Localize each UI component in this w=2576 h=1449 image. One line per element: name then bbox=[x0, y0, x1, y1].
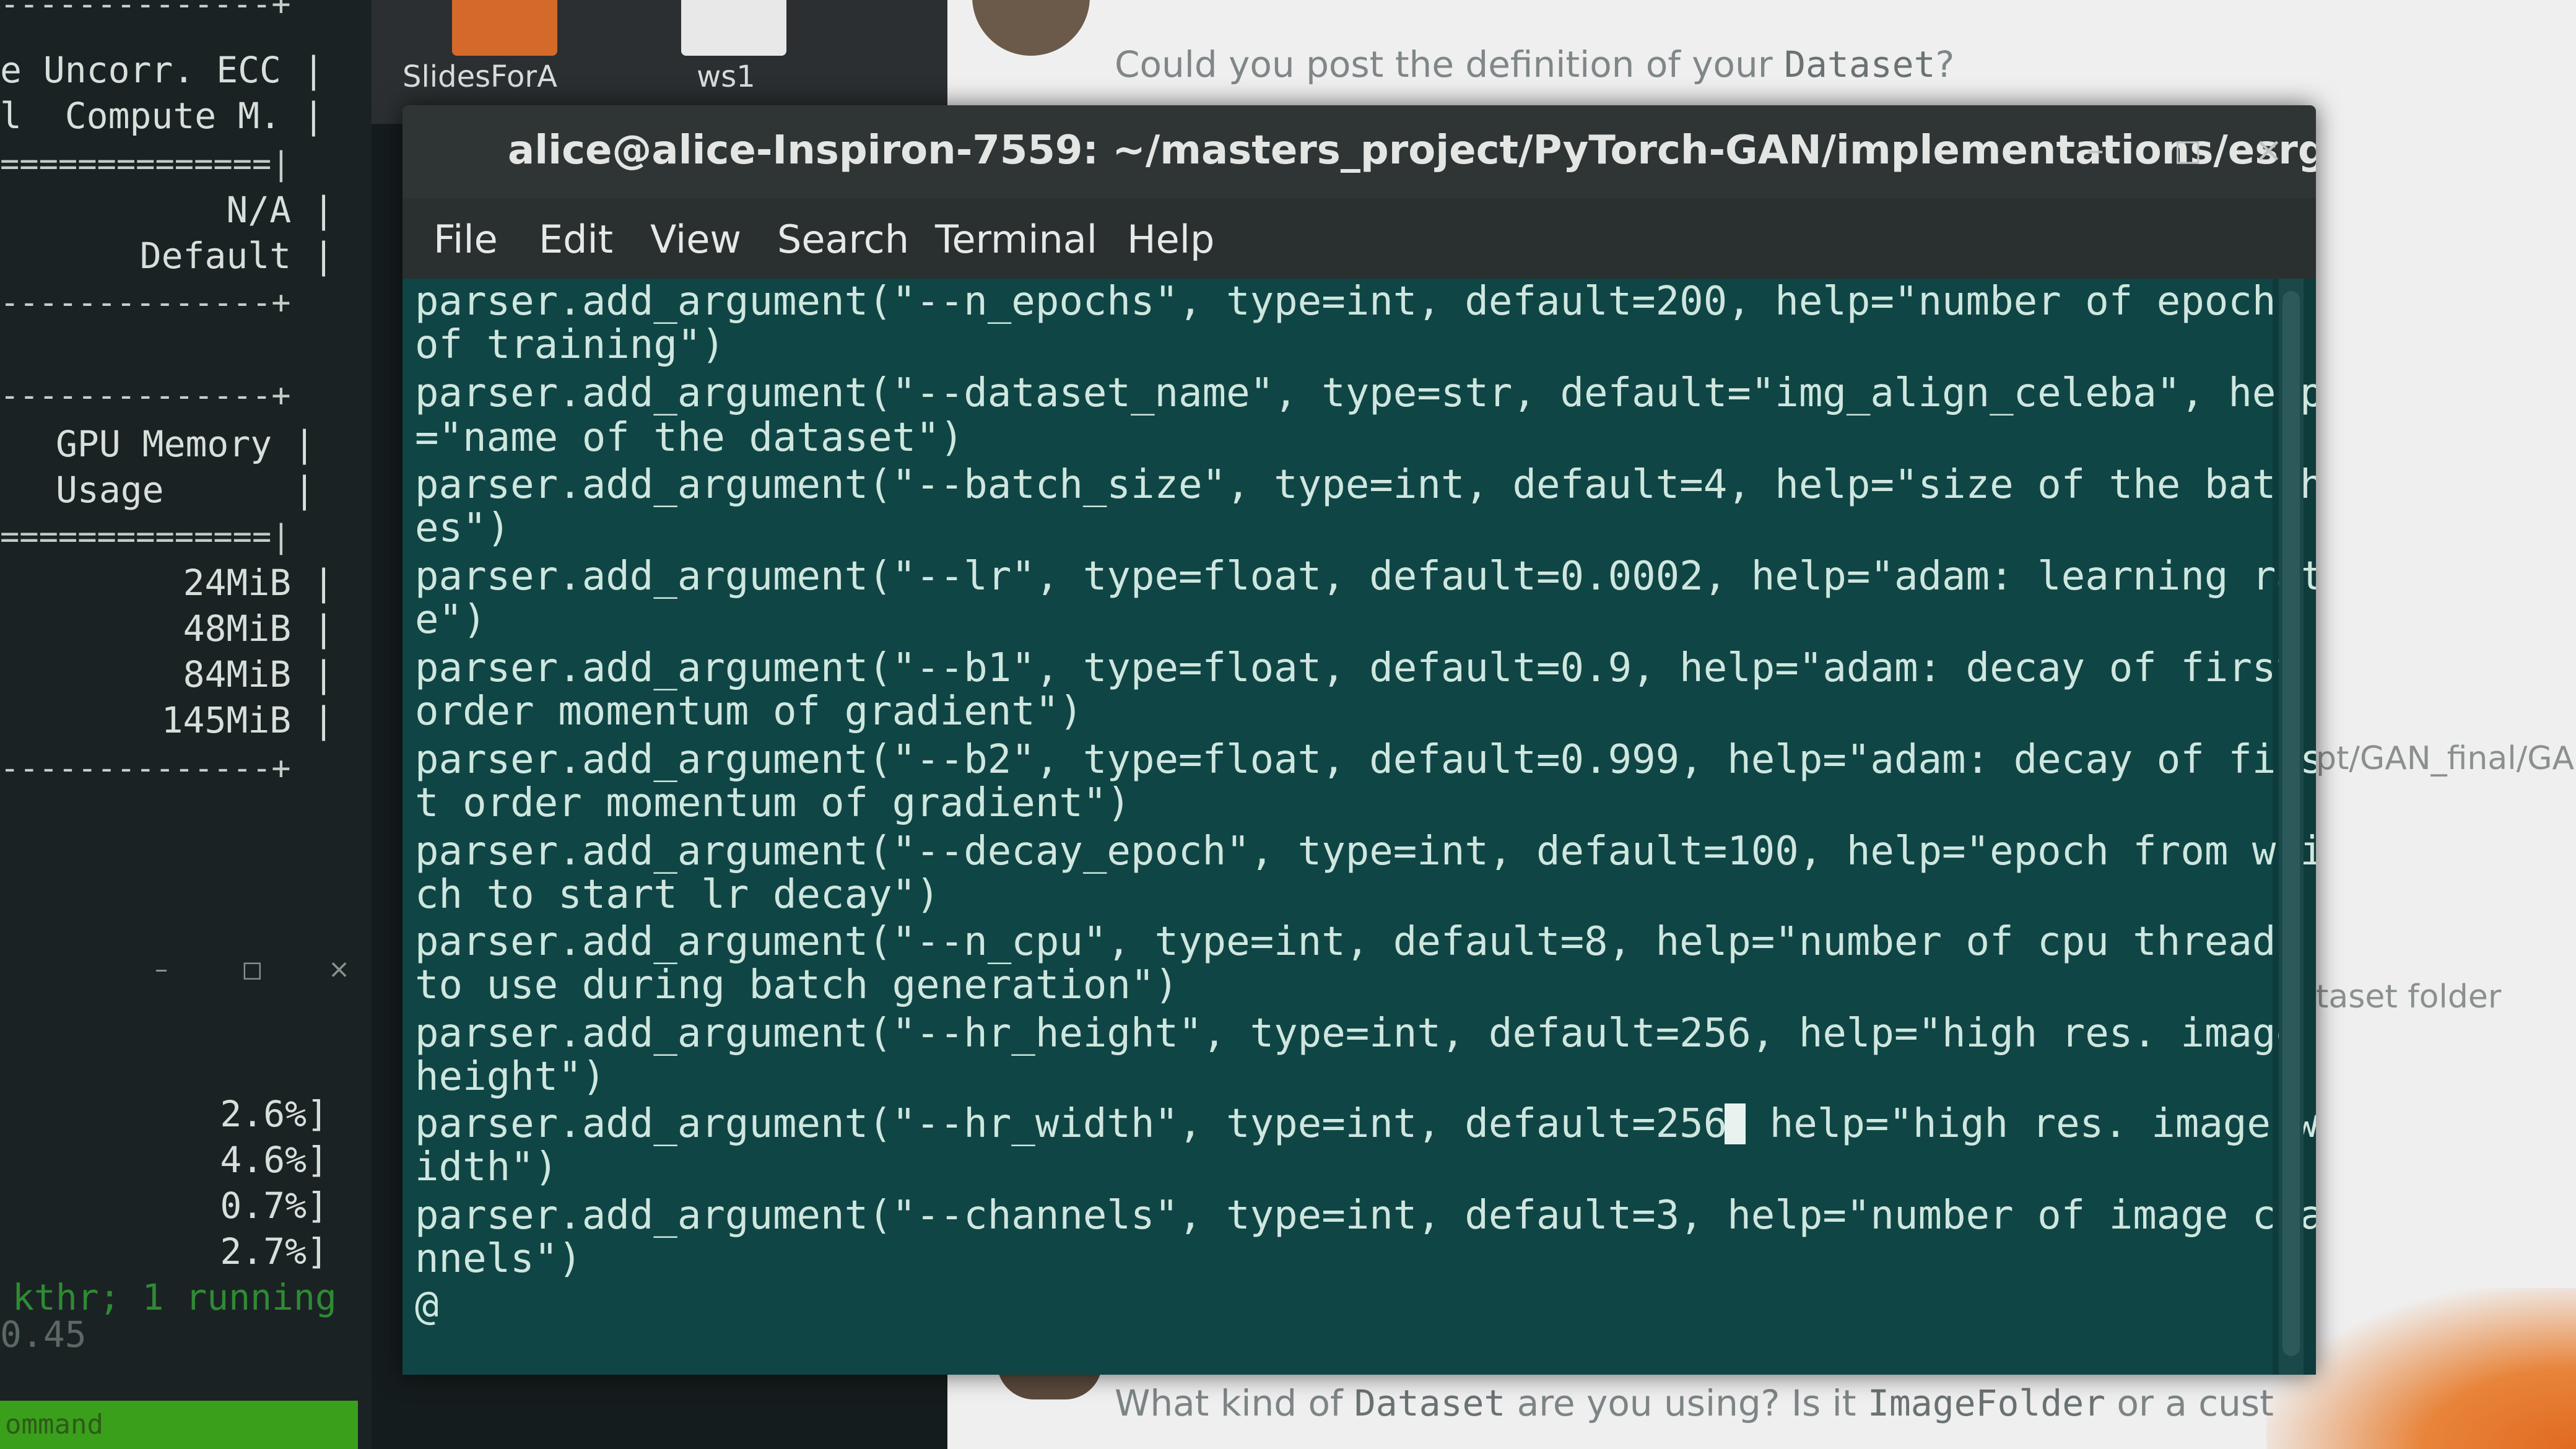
forum-reply: What kind of Dataset are you using? Is i… bbox=[1115, 1382, 2274, 1424]
menu-edit[interactable]: Edit bbox=[539, 217, 613, 262]
table-rule: --------------+ bbox=[0, 284, 291, 321]
menu-file[interactable]: File bbox=[433, 217, 498, 262]
gpu-memory-value: 48MiB | bbox=[183, 607, 334, 650]
terminal-prompt: @ bbox=[415, 1283, 439, 1329]
reply-text: are you using? Is it bbox=[1505, 1382, 1868, 1424]
gpu-memory-value: 84MiB | bbox=[183, 653, 334, 695]
minimize-icon[interactable]: – bbox=[155, 954, 168, 984]
avatar[interactable] bbox=[972, 0, 1090, 56]
cpu-usage-value: 0.7%] bbox=[220, 1185, 328, 1227]
terminal-line: nnels") bbox=[415, 1236, 582, 1282]
scrollbar-thumb[interactable] bbox=[2282, 291, 2300, 1356]
table-rule: --------------+ bbox=[0, 377, 291, 414]
inline-code: Dataset bbox=[1784, 43, 1936, 85]
menu-bar: File Edit View Search Terminal Help bbox=[402, 198, 2316, 279]
terminal-line: ="name of the dataset") bbox=[415, 415, 964, 461]
terminal-line: e") bbox=[415, 597, 487, 643]
terminal-line: parser.add_argument("--b1", type=float, … bbox=[415, 645, 2300, 691]
terminal-line: order momentum of gradient") bbox=[415, 689, 1083, 734]
window-title: alice@alice-Inspiron-7559: ~/masters_pro… bbox=[508, 128, 2316, 173]
terminal-line: parser.add_argument("--lr", type=float, … bbox=[415, 554, 2316, 599]
maximize-icon[interactable]: ◻ bbox=[242, 954, 263, 984]
inline-code: ImageFolder bbox=[1867, 1382, 2106, 1424]
desktop-icon-label[interactable]: ws1 bbox=[697, 59, 755, 94]
terminal-line: parser.add_argument("--batch_size", type… bbox=[415, 462, 2316, 508]
terminal-scrollbar[interactable] bbox=[2279, 279, 2304, 1375]
gpu-memory-value: 24MiB | bbox=[183, 562, 334, 604]
text-cursor bbox=[1725, 1103, 1746, 1144]
terminal-line: parser.add_argument("--hr_width", type=i… bbox=[415, 1101, 1728, 1147]
inline-code: Dataset bbox=[1354, 1382, 1506, 1424]
gpu-memory-header: GPU Memory | bbox=[56, 423, 316, 465]
forum-question: Could you post the definition of your Da… bbox=[1115, 43, 1954, 85]
terminal-window[interactable]: alice@alice-Inspiron-7559: ~/masters_pro… bbox=[402, 105, 2316, 1375]
terminal-line: parser.add_argument("--decay_epoch", typ… bbox=[415, 829, 2316, 874]
table-rule: ==============| bbox=[0, 518, 291, 555]
terminal-output[interactable]: parser.add_argument("--n_epochs", type=i… bbox=[402, 279, 2316, 1375]
terminal-line-tail: help="high res. image w bbox=[1746, 1101, 2316, 1147]
cpu-usage-value: 2.7%] bbox=[220, 1230, 328, 1273]
menu-search[interactable]: Search bbox=[777, 217, 909, 262]
compute-mode-value: Default | bbox=[139, 235, 334, 277]
terminal-line: parser.add_argument("--n_epochs", type=i… bbox=[415, 279, 2300, 324]
terminal-line: parser.add_argument("--hr_height", type=… bbox=[415, 1011, 2300, 1056]
terminal-line: height") bbox=[415, 1054, 606, 1100]
terminal-line: to use during batch generation") bbox=[415, 962, 1178, 1008]
terminal-line: ch to start lr decay") bbox=[415, 872, 940, 918]
terminal-line: parser.add_argument("--channels", type=i… bbox=[415, 1193, 2316, 1238]
desktop-icon-label[interactable]: SlidesForA bbox=[402, 59, 557, 94]
cpu-usage-value: 4.6%] bbox=[220, 1139, 328, 1181]
ecc-value: N/A | bbox=[226, 189, 334, 231]
command-bar: ommand bbox=[0, 1401, 358, 1449]
terminal-line: parser.add_argument("--b2", type=float, … bbox=[415, 737, 2316, 783]
cpu-usage-value: 2.6%] bbox=[220, 1093, 328, 1135]
nvidia-header-line: e Uncorr. ECC | bbox=[0, 49, 324, 91]
nvidia-header-line: l Compute M. | bbox=[0, 95, 324, 137]
terminal-line: parser.add_argument("--dataset_name", ty… bbox=[415, 370, 2316, 416]
document-file-icon[interactable] bbox=[681, 0, 786, 56]
presentation-file-icon[interactable] bbox=[452, 0, 557, 56]
htop-window-controls: – ◻ × bbox=[142, 954, 365, 997]
load-average-line: 0.45 bbox=[0, 1313, 87, 1355]
minimize-icon[interactable]: – bbox=[2087, 130, 2104, 170]
reply-text: What kind of bbox=[1115, 1382, 1354, 1424]
menu-help[interactable]: Help bbox=[1127, 217, 1214, 262]
folder-snippet: taset folder bbox=[2316, 978, 2502, 1016]
gpu-memory-value: 145MiB | bbox=[161, 699, 334, 741]
terminal-line: idth") bbox=[415, 1144, 559, 1190]
table-rule: ==============| bbox=[0, 146, 291, 183]
gpu-usage-header: Usage | bbox=[56, 469, 316, 511]
menu-terminal[interactable]: Terminal bbox=[935, 217, 1097, 262]
terminal-line: t order momentum of gradient") bbox=[415, 780, 1131, 826]
terminal-line: es") bbox=[415, 505, 511, 551]
maximize-icon[interactable]: ◻ bbox=[2174, 130, 2202, 170]
terminal-title-bar[interactable]: alice@alice-Inspiron-7559: ~/masters_pro… bbox=[402, 105, 2316, 198]
left-terminal-panel: --------------+ e Uncorr. ECC | l Comput… bbox=[0, 0, 372, 1449]
table-rule: --------------+ bbox=[0, 750, 291, 787]
terminal-line: of training") bbox=[415, 322, 725, 368]
close-icon[interactable]: × bbox=[328, 954, 350, 984]
question-text: ? bbox=[1935, 43, 1955, 85]
table-rule: --------------+ bbox=[0, 0, 291, 23]
menu-view[interactable]: View bbox=[650, 217, 741, 262]
terminal-line: parser.add_argument("--n_cpu", type=int,… bbox=[415, 919, 2300, 965]
close-icon[interactable]: × bbox=[2254, 130, 2283, 170]
question-text: Could you post the definition of your bbox=[1115, 43, 1785, 85]
terminal-line-with-cursor: parser.add_argument("--hr_width", type=i… bbox=[415, 1101, 2316, 1147]
reply-text: or a cust bbox=[2105, 1382, 2274, 1424]
path-snippet: pt/GAN_final/GA bbox=[2316, 740, 2575, 777]
